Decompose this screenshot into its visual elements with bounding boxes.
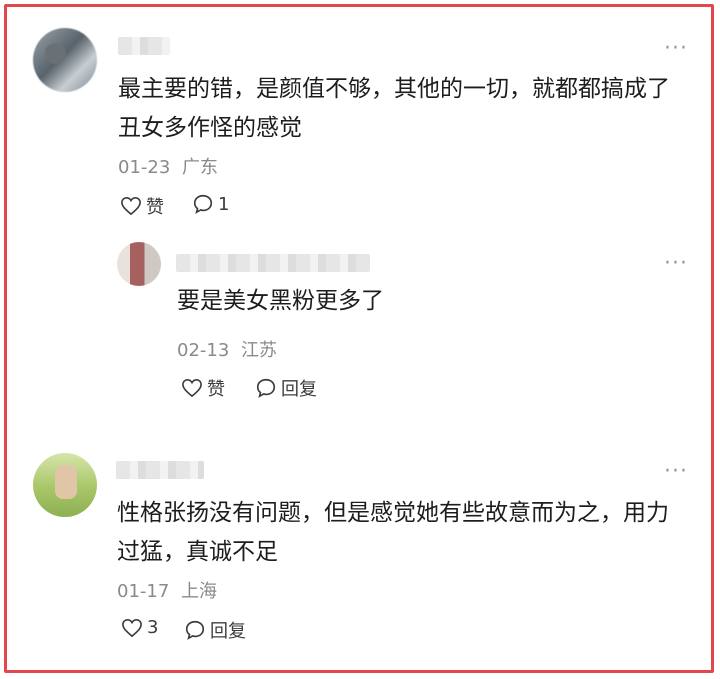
like-label: 赞 [146,197,164,218]
like-label: 赞 [207,379,225,400]
like-button[interactable]: 赞 [181,375,225,401]
like-button[interactable]: 赞 [120,193,164,219]
reply-date: 02-13 [177,340,230,361]
comment-text: 性格张扬没有问题，但是感觉她有些故意而为之，用力 过猛，真诚不足 [117,500,669,565]
speech-bubble-icon [185,620,205,640]
comment-location: 上海 [181,581,218,602]
like-button[interactable]: 3 [121,617,158,638]
comment-location: 广东 [182,157,219,178]
comment-text: 最主要的错，是颜值不够，其他的一切，就都都搞成了 丑女多作怪的感觉 [118,76,670,141]
heart-icon [122,618,142,637]
reply-location: 江苏 [241,340,278,361]
username-blurred[interactable] [116,461,204,479]
reply-label: 回复 [210,621,246,642]
avatar[interactable] [33,28,97,92]
comment-meta: 01-23 广东 [118,153,218,179]
reply-label: 回复 [281,379,317,400]
avatar[interactable] [33,453,97,517]
comment-meta: 01-17 上海 [117,577,217,603]
username-blurred[interactable] [118,37,170,55]
reply-text: 要是美女黑粉更多了 [177,288,384,314]
speech-bubble-icon [256,378,276,398]
heart-icon [121,196,141,216]
more-dots-icon[interactable]: ··· [664,38,688,60]
like-count: 3 [147,617,159,638]
more-dots-icon[interactable]: ··· [664,253,688,275]
comment-date: 01-17 [117,581,170,602]
comment-date: 01-23 [118,157,171,178]
avatar[interactable] [117,242,161,286]
username-blurred[interactable] [176,254,370,272]
reply-button[interactable]: 回复 [184,617,246,643]
speech-bubble-icon [193,194,213,214]
reply-count: 1 [218,193,230,215]
heart-icon [182,378,202,398]
reply-button[interactable]: 1 [192,193,229,215]
reply-button[interactable]: 回复 [255,375,317,401]
reply-meta: 02-13 江苏 [177,336,277,362]
more-dots-icon[interactable]: ··· [664,461,688,483]
